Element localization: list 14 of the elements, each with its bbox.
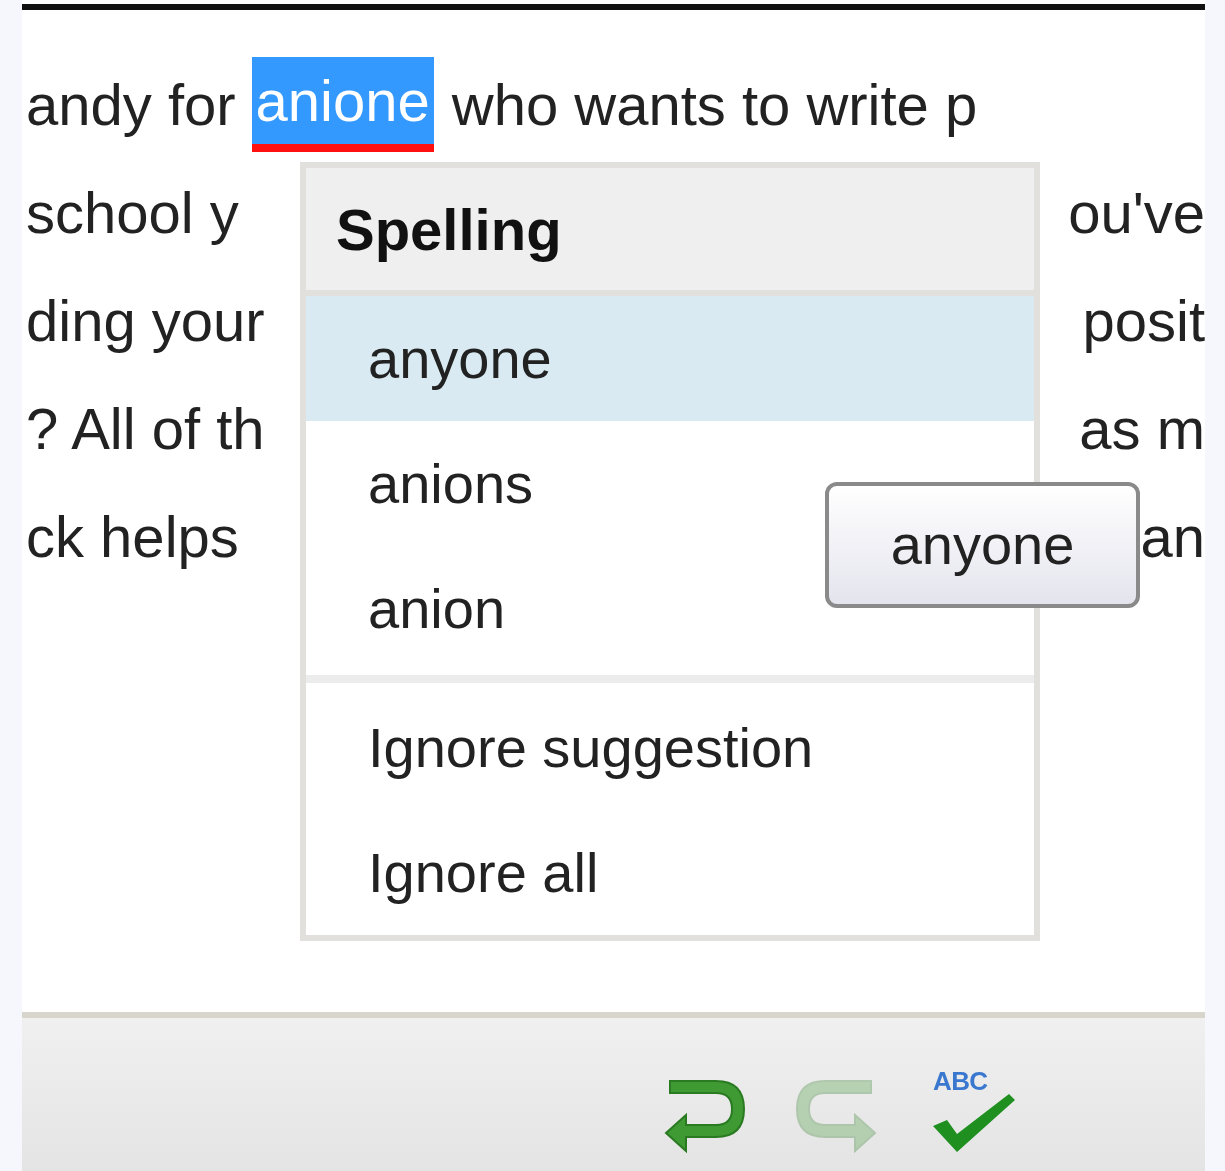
text-line: ck helps [25, 502, 239, 571]
text-line: school y [25, 178, 239, 247]
text-line: as m [1079, 394, 1205, 463]
text-line: an [1140, 502, 1205, 571]
text-line: posit [1082, 286, 1205, 355]
text-line: ? All of th [25, 394, 265, 463]
text-line: andy for [25, 70, 236, 139]
text-line: who wants to write p [451, 70, 978, 139]
spellcheck-label: ABC [933, 1068, 988, 1094]
menu-title: Spelling [306, 168, 1034, 296]
text-line: ding your [25, 286, 265, 355]
tooltip: anyone [825, 482, 1140, 608]
misspelled-word: anione [251, 56, 434, 152]
text-line: ou've [1068, 178, 1205, 247]
